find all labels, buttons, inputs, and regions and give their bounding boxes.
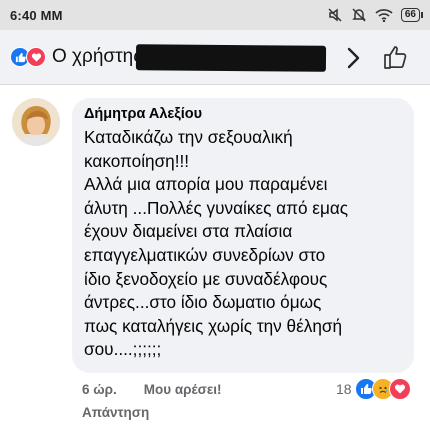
header-reactions[interactable] [10,47,46,67]
love-reaction-icon [26,47,46,67]
status-time: 6:40 MM [10,7,63,23]
redaction-block [135,44,327,72]
like-button[interactable]: Μου αρέσει! [144,382,222,397]
wifi-icon [375,8,393,22]
comment-actions: 6 ώρ. Μου αρέσει! [82,382,222,397]
avatar[interactable] [12,98,60,146]
comment-area: Δήμητρα Αλεξίου Καταδικάζω την σεξουαλικ… [0,85,430,430]
comment-bubble: Δήμητρα Αλεξίου Καταδικάζω την σεξουαλικ… [72,98,414,373]
comment-text: Καταδικάζω την σεξουαλική κακοποίηση!!! … [84,127,349,360]
mute-icon [327,7,343,23]
reaction-summary[interactable]: 18 [336,378,411,400]
status-bar: 6:40 MM 66 [0,0,430,30]
love-reaction-icon [388,378,411,400]
battery-indicator: 66 [400,8,424,22]
comment-time[interactable]: 6 ώρ. [82,382,140,397]
header-title: Ο χρήστης [52,46,143,67]
reply-button[interactable]: Απάντηση [82,405,149,420]
reaction-count: 18 [336,381,352,397]
bell-off-icon [351,7,367,23]
chevron-right-icon[interactable] [346,46,362,75]
status-icons: 66 [327,7,424,23]
thumbs-up-icon[interactable] [383,44,409,75]
comment-author[interactable]: Δήμητρα Αλεξίου [84,106,402,122]
post-header: Ο χρήστης [0,30,430,85]
